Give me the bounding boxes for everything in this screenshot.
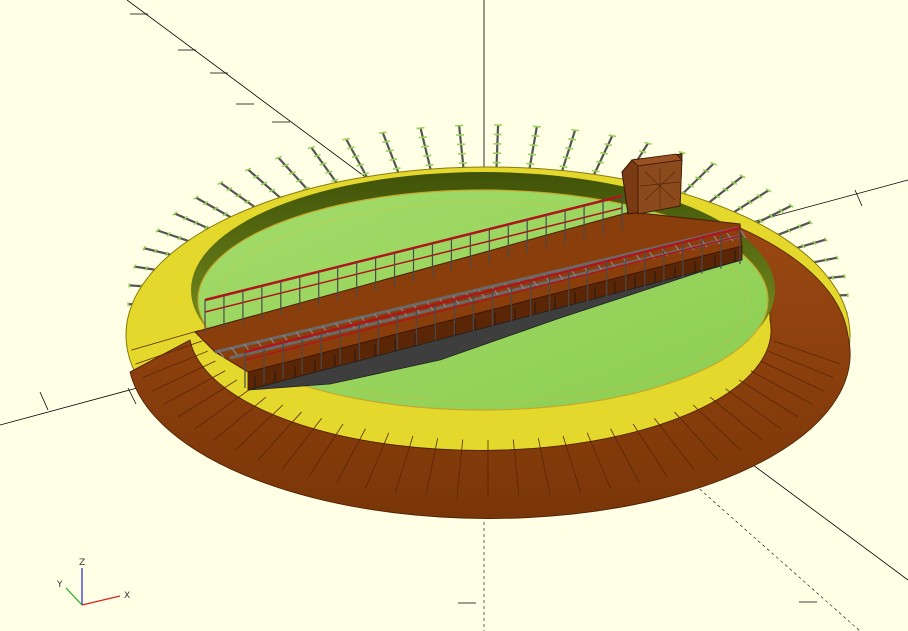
y-axis-indicator (65, 587, 83, 606)
y-axis-label: Y (56, 580, 63, 590)
radial-track (492, 124, 503, 173)
axes-indicator: X Z Y (56, 558, 130, 606)
model-scene[interactable]: X Z Y (0, 0, 908, 631)
x-axis-label: X (124, 591, 130, 601)
radial-track (524, 125, 541, 175)
radial-track (455, 124, 468, 174)
operator-cabin (621, 153, 683, 215)
radial-track (416, 126, 436, 176)
radial-track (556, 128, 580, 178)
3d-viewport[interactable]: X Z Y (0, 0, 908, 631)
z-axis-label: Z (79, 558, 85, 568)
radial-track (378, 131, 405, 179)
x-axis-indicator (81, 595, 121, 606)
